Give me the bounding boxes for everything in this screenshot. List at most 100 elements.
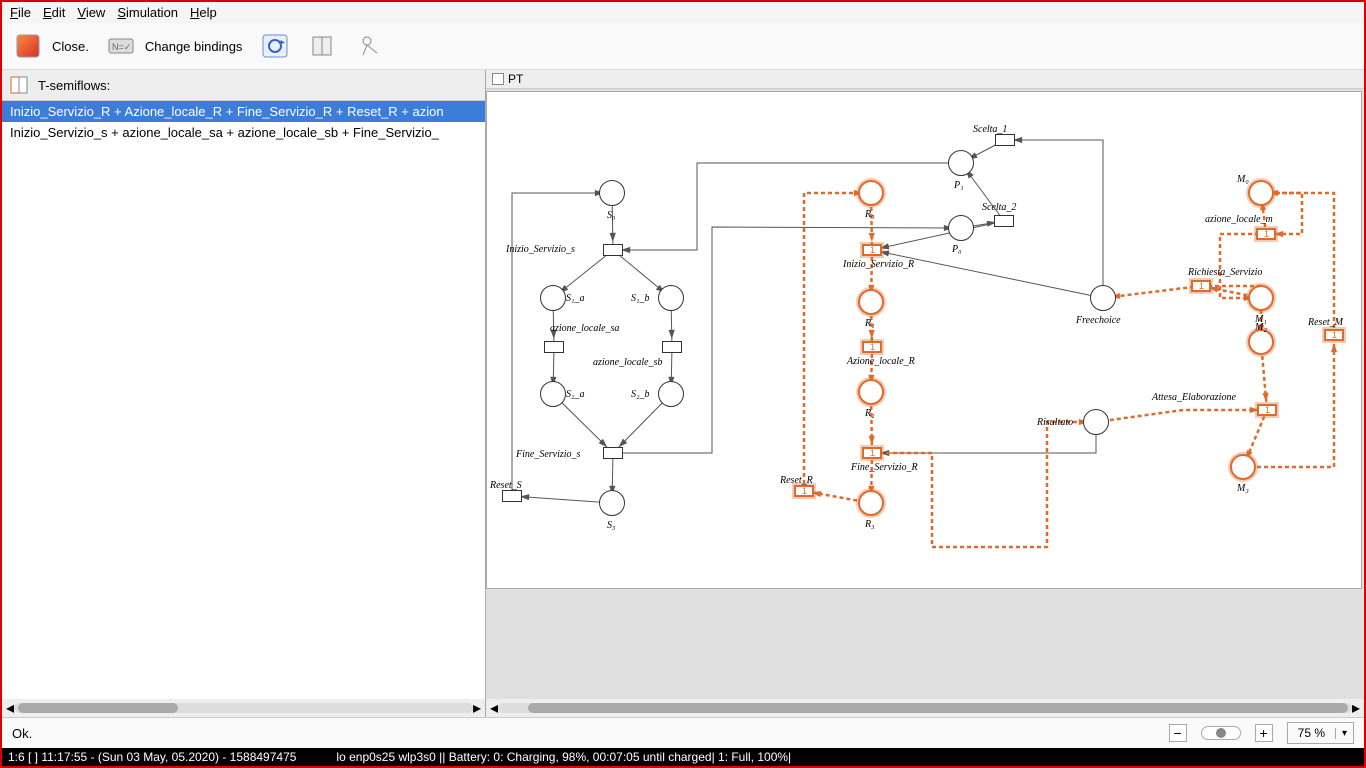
place-M3[interactable] xyxy=(1230,454,1256,480)
transition-label: Scelta_2 xyxy=(982,202,1016,213)
scroll-left-arrow[interactable]: ◂ xyxy=(490,698,498,717)
place-R2[interactable] xyxy=(858,379,884,405)
zoom-controls: − + 75 % ▾ xyxy=(1169,722,1354,744)
zoom-slider[interactable] xyxy=(1201,726,1241,740)
left-panel-header: T-semiflows: xyxy=(2,70,485,101)
transition-azione_locale_sa[interactable] xyxy=(544,341,564,353)
scroll-right-arrow[interactable]: ▸ xyxy=(1352,698,1360,717)
scroll-thumb[interactable] xyxy=(18,703,178,713)
menu-view[interactable]: View xyxy=(77,5,105,20)
change-bindings-button[interactable]: N=✓ Change bindings xyxy=(107,33,243,59)
place-P1[interactable] xyxy=(948,150,974,176)
bindings-icon: N=✓ xyxy=(107,33,137,59)
transition-Inizio_Servizio_s[interactable] xyxy=(603,244,623,256)
transition-Fine_Servizio_R[interactable]: 1 xyxy=(862,447,882,459)
place-S3[interactable] xyxy=(599,490,625,516)
transition-Azione_locale_R[interactable]: 1 xyxy=(862,341,882,353)
zoom-in-button[interactable]: + xyxy=(1255,724,1273,742)
menu-edit[interactable]: Edit xyxy=(43,5,65,20)
wm-mid: lo enp0s25 wlp3s0 || Battery: 0: Chargin… xyxy=(336,750,791,764)
close-label: Close. xyxy=(52,39,89,54)
place-label: P₀ xyxy=(952,244,962,255)
semiflows-icon xyxy=(8,74,32,96)
place-label: S₂_b xyxy=(631,389,649,400)
left-hscrollbar[interactable]: ◂ ▸ xyxy=(2,699,485,717)
transition-azione_locale_m[interactable]: 1 xyxy=(1256,228,1276,240)
canvas-tabbar: PT xyxy=(486,70,1364,89)
place-label: S₃ xyxy=(607,520,615,531)
petri-net-canvas[interactable]: S₀S₁_aS₁_bS₂_aS₂_bS₃P₁P₀FreechoiceRisult… xyxy=(486,91,1362,589)
place-label: M₂ xyxy=(1255,322,1267,333)
place-R1[interactable] xyxy=(858,289,884,315)
transition-Richiesta_Servizio[interactable]: 1 xyxy=(1191,280,1211,292)
scroll-right-arrow[interactable]: ▸ xyxy=(473,698,481,717)
book-icon[interactable] xyxy=(308,33,338,59)
place-S2a[interactable] xyxy=(540,381,566,407)
close-icon xyxy=(14,33,44,59)
place-label: S₁_a xyxy=(566,293,584,304)
tab-icon xyxy=(492,73,504,85)
compass-icon[interactable] xyxy=(356,33,386,59)
place-S1b[interactable] xyxy=(658,285,684,311)
place-Risultato[interactable] xyxy=(1083,409,1109,435)
transition-label: Reset_M xyxy=(1308,317,1343,328)
place-label: P₁ xyxy=(954,180,964,191)
zoom-select[interactable]: 75 % ▾ xyxy=(1287,722,1354,744)
place-label: R₁ xyxy=(865,318,875,329)
transition-label: Reset_S xyxy=(490,480,522,491)
refresh-icon[interactable] xyxy=(260,33,290,59)
transition-Scelta_1[interactable] xyxy=(995,134,1015,146)
zoom-value: 75 % xyxy=(1288,726,1335,740)
left-panel: T-semiflows: Inizio_Servizio_R + Azione_… xyxy=(2,70,486,717)
menu-bar: File Edit View Simulation Help xyxy=(2,2,1364,23)
transition-Reset_S[interactable] xyxy=(502,490,522,502)
status-text: Ok. xyxy=(12,726,32,741)
wm-bottom-bar: 1:6 [ ] 11:17:55 - (Sun 03 May, 05.2020)… xyxy=(2,748,1364,766)
tab-pt[interactable]: PT xyxy=(508,72,523,86)
transition-label: azione_locale_m xyxy=(1205,214,1273,225)
transition-Attesa_Elaborazione[interactable]: 1 xyxy=(1257,404,1277,416)
place-M1[interactable] xyxy=(1248,285,1274,311)
place-S0[interactable] xyxy=(599,180,625,206)
main-area: T-semiflows: Inizio_Servizio_R + Azione_… xyxy=(2,70,1364,717)
transition-Inizio_Servizio_R[interactable]: 1 xyxy=(862,244,882,256)
toolbar: Close. N=✓ Change bindings xyxy=(2,23,1364,70)
svg-text:N=✓: N=✓ xyxy=(112,42,131,52)
transition-azione_locale_sb[interactable] xyxy=(662,341,682,353)
scroll-left-arrow[interactable]: ◂ xyxy=(6,698,14,717)
right-hscrollbar[interactable]: ◂ ▸ xyxy=(486,699,1364,717)
place-label: S₁_b xyxy=(631,293,649,304)
scroll-thumb[interactable] xyxy=(528,703,1348,713)
place-R3[interactable] xyxy=(858,490,884,516)
zoom-out-button[interactable]: − xyxy=(1169,724,1187,742)
menu-file[interactable]: File xyxy=(10,5,31,20)
list-item[interactable]: Inizio_Servizio_R + Azione_locale_R + Fi… xyxy=(2,101,485,122)
place-Freechoice[interactable] xyxy=(1090,285,1116,311)
place-R0[interactable] xyxy=(858,180,884,206)
semiflow-list[interactable]: Inizio_Servizio_R + Azione_locale_R + Fi… xyxy=(2,101,485,699)
status-bar: Ok. − + 75 % ▾ xyxy=(2,717,1364,748)
place-label: M₃ xyxy=(1237,483,1249,494)
change-bindings-label: Change bindings xyxy=(145,39,243,54)
close-button[interactable]: Close. xyxy=(14,33,89,59)
place-label: S₀ xyxy=(607,210,615,221)
transition-label: azione_locale_sb xyxy=(593,357,662,368)
place-label: R₃ xyxy=(865,519,875,530)
menu-help[interactable]: Help xyxy=(190,5,217,20)
transition-label: Azione_locale_R xyxy=(847,356,915,367)
canvas-gutter xyxy=(486,589,1364,699)
transition-label: Inizio_Servizio_s xyxy=(506,244,575,255)
place-label: S₂_a xyxy=(566,389,584,400)
transition-Fine_Servizio_s[interactable] xyxy=(603,447,623,459)
list-item[interactable]: Inizio_Servizio_s + azione_locale_sa + a… xyxy=(2,122,485,143)
place-S1a[interactable] xyxy=(540,285,566,311)
wm-left: 1:6 [ ] 11:17:55 - (Sun 03 May, 05.2020)… xyxy=(8,750,296,764)
transition-Scelta_2[interactable] xyxy=(994,215,1014,227)
menu-simulation[interactable]: Simulation xyxy=(117,5,178,20)
place-label: Risultato xyxy=(1037,417,1073,428)
transition-Reset_M[interactable]: 1 xyxy=(1324,329,1344,341)
place-M0[interactable] xyxy=(1248,180,1274,206)
place-S2b[interactable] xyxy=(658,381,684,407)
place-P0[interactable] xyxy=(948,215,974,241)
transition-Reset_R[interactable]: 1 xyxy=(794,485,814,497)
